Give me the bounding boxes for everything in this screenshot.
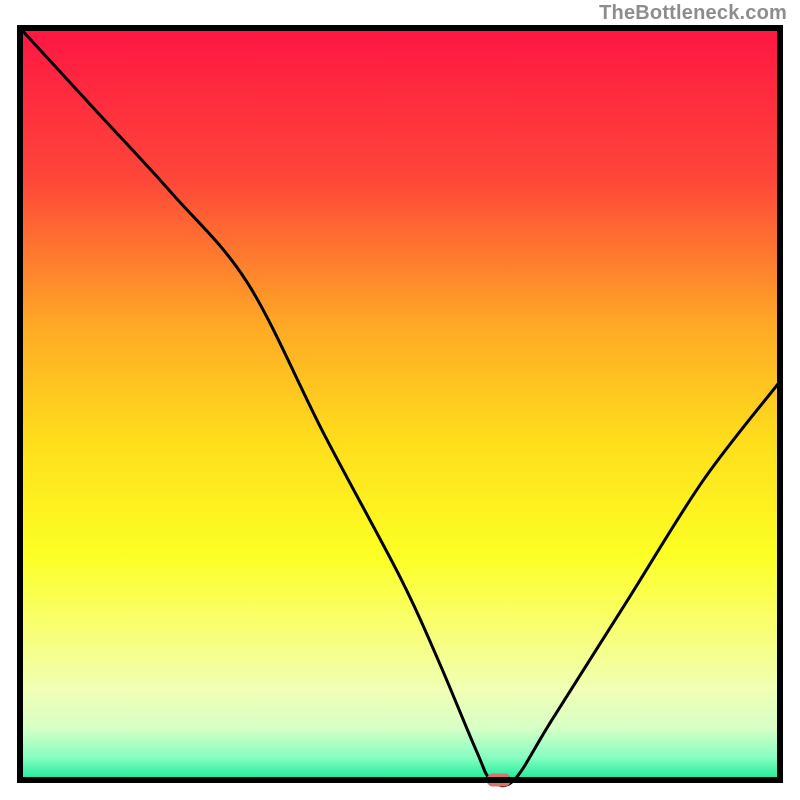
chart-container: TheBottleneck.com xyxy=(0,0,800,800)
bottleneck-chart xyxy=(0,0,800,800)
attribution-label: TheBottleneck.com xyxy=(599,2,787,25)
plot-background xyxy=(20,28,780,780)
